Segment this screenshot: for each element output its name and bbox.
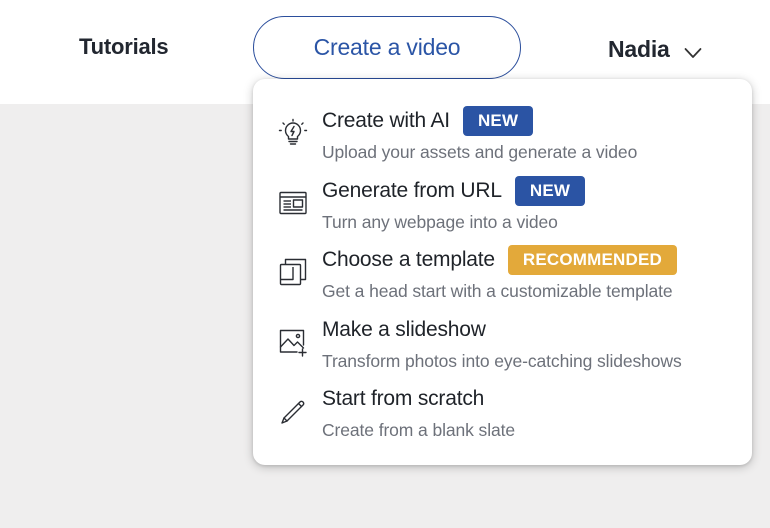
menu-item-description: Create from a blank slate <box>322 420 516 440</box>
menu-item-description: Get a head start with a customizable tem… <box>322 281 673 301</box>
create-video-dropdown: Create with AI NEW Upload your assets an… <box>253 79 752 465</box>
menu-item-title: Start from scratch <box>322 387 485 410</box>
menu-item-make-slideshow[interactable]: Make a slideshow Transform photos into e… <box>253 313 752 379</box>
menu-item-title: Create with AI <box>322 109 450 132</box>
menu-item-description: Transform photos into eye-catching slide… <box>322 351 682 371</box>
user-menu[interactable]: Nadia <box>608 36 702 63</box>
menu-title-row: Choose a template RECOMMENDED <box>322 243 678 277</box>
page: Tutorials Create a video Nadia Create wi… <box>0 0 770 528</box>
new-badge: NEW <box>514 176 586 206</box>
new-badge: NEW <box>462 106 534 136</box>
menu-title-row: Generate from URL NEW <box>322 174 586 208</box>
menu-item-title: Generate from URL <box>322 179 502 202</box>
menu-item-start-from-scratch[interactable]: Start from scratch Create from a blank s… <box>253 382 752 448</box>
nav-link-tutorials[interactable]: Tutorials <box>79 34 169 60</box>
menu-item-create-with-ai[interactable]: Create with AI NEW Upload your assets an… <box>253 104 752 170</box>
menu-title-row: Make a slideshow <box>322 313 486 347</box>
chevron-down-icon <box>684 47 702 58</box>
user-name: Nadia <box>608 36 670 62</box>
menu-title-row: Create with AI NEW <box>322 104 534 138</box>
menu-title-row: Start from scratch <box>322 382 484 416</box>
menu-item-choose-template[interactable]: Choose a template RECOMMENDED Get a head… <box>253 243 752 309</box>
template-icon <box>278 257 308 287</box>
menu-item-generate-from-url[interactable]: Generate from URL NEW Turn any webpage i… <box>253 174 752 240</box>
image-plus-icon <box>278 327 308 357</box>
pen-icon <box>278 396 308 426</box>
create-video-button[interactable]: Create a video <box>253 16 521 79</box>
lightbulb-ai-icon <box>278 118 308 148</box>
webpage-icon <box>278 188 308 218</box>
menu-item-title: Make a slideshow <box>322 318 486 341</box>
recommended-badge: RECOMMENDED <box>507 245 678 275</box>
menu-item-description: Turn any webpage into a video <box>322 212 558 232</box>
menu-item-description: Upload your assets and generate a video <box>322 142 638 162</box>
menu-item-title: Choose a template <box>322 248 495 271</box>
